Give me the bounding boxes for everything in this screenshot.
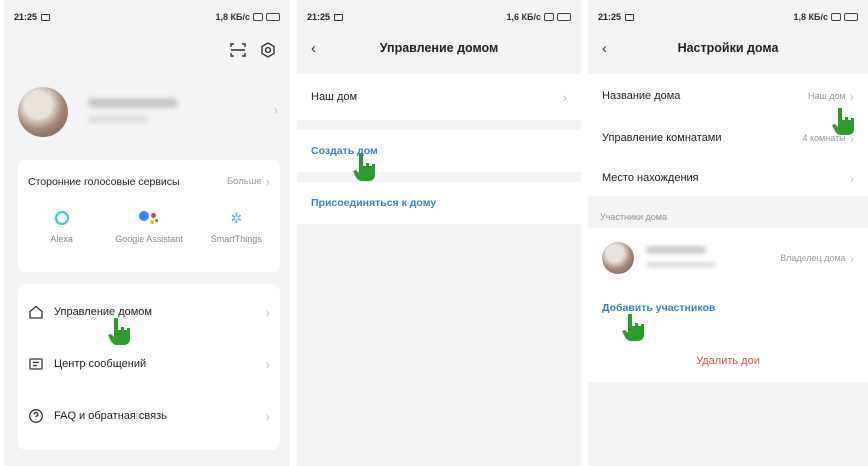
chevron-right-icon: › bbox=[265, 408, 270, 424]
delete-home-label: Удалить дои bbox=[696, 355, 760, 367]
join-home-label: Присоединяться к дому bbox=[311, 197, 437, 209]
setting-label: Место нахождения bbox=[602, 172, 699, 184]
profile-header[interactable]: › bbox=[18, 84, 278, 140]
member-avatar bbox=[602, 242, 634, 274]
pointer-hand-icon bbox=[832, 108, 854, 135]
nav-bar: ‹ Управление домом bbox=[297, 34, 581, 62]
page-title: Настройки дома bbox=[677, 41, 779, 55]
member-item[interactable]: Владелец дома › bbox=[588, 234, 868, 282]
create-home-button[interactable]: Создать дом bbox=[297, 130, 581, 172]
menu-item-message-center[interactable]: Центр сообщений › bbox=[28, 354, 270, 374]
panel-divider bbox=[291, 0, 294, 466]
screen-icon bbox=[625, 13, 635, 21]
chevron-right-icon: › bbox=[849, 250, 854, 266]
blurred-member-id bbox=[646, 262, 716, 268]
screen-icon bbox=[41, 13, 51, 21]
voice-services-card: Сторонние голосовые сервисы Больше › Alex… bbox=[18, 160, 280, 272]
voice-item-label: Alexa bbox=[50, 234, 73, 244]
voice-item-alexa[interactable]: Alexa bbox=[22, 208, 102, 245]
menu-item-label: FAQ и обратная связь bbox=[54, 410, 167, 422]
voice-item-label: SmartThings bbox=[210, 234, 262, 244]
chevron-right-icon: › bbox=[265, 304, 270, 320]
avatar[interactable] bbox=[18, 87, 68, 137]
back-arrow-icon[interactable]: ‹ bbox=[602, 40, 607, 57]
menu-item-label: Управление домом bbox=[54, 306, 152, 318]
battery-icon bbox=[266, 13, 280, 21]
signal-icon bbox=[253, 13, 263, 21]
menu-item-home-management[interactable]: Управление домом › bbox=[28, 302, 270, 322]
home-name: Наш дом bbox=[311, 91, 358, 103]
setting-room-management[interactable]: Управление комнатами 4 комнаты › bbox=[588, 118, 868, 158]
home-management-screen: 21:25 1,6 КБ/с ‹ Управление домом Наш до… bbox=[297, 0, 581, 466]
menu-card: Управление домом › Центр сообщений › FAQ… bbox=[18, 284, 280, 450]
status-time: 21:25 bbox=[598, 12, 622, 22]
profile-screen: 21:25 1,8 КБ/с › Сторонние голосовые сер… bbox=[4, 0, 290, 466]
battery-icon bbox=[557, 13, 571, 21]
status-time: 21:25 bbox=[14, 12, 38, 22]
setting-location[interactable]: Место нахождения › bbox=[588, 158, 868, 198]
panel-divider bbox=[583, 0, 586, 466]
setting-label: Управление комнатами bbox=[602, 132, 722, 144]
message-icon bbox=[29, 358, 43, 370]
voice-services-title: Сторонние голосовые сервисы bbox=[28, 175, 180, 188]
status-bar: 21:25 1,6 КБ/с bbox=[297, 0, 581, 34]
network-speed: 1,6 КБ/с bbox=[506, 12, 541, 22]
nav-bar: ‹ Настройки дома bbox=[588, 34, 868, 62]
voice-item-label: Google Assistant bbox=[115, 234, 183, 244]
back-arrow-icon[interactable]: ‹ bbox=[311, 40, 316, 57]
join-home-button[interactable]: Присоединяться к дому bbox=[297, 182, 581, 224]
chevron-right-icon: › bbox=[562, 89, 567, 105]
members-section-label: Участники дома bbox=[600, 212, 667, 222]
help-icon bbox=[29, 409, 43, 423]
setting-home-name[interactable]: Название дома Наш дом › bbox=[588, 76, 868, 116]
voice-item-smartthings[interactable]: ✲ SmartThings bbox=[196, 208, 276, 245]
pointer-hand-icon bbox=[622, 314, 644, 341]
blurred-user-name bbox=[88, 98, 178, 108]
pointer-hand-icon bbox=[353, 154, 375, 181]
voice-item-google-assistant[interactable]: Google Assistant bbox=[109, 208, 189, 245]
status-bar: 21:25 1,8 КБ/с bbox=[588, 0, 868, 34]
delete-home-button[interactable]: Удалить дои bbox=[588, 340, 868, 382]
scan-icon[interactable] bbox=[230, 42, 246, 58]
more-label: Больше bbox=[226, 176, 262, 187]
blurred-user-id bbox=[88, 116, 148, 123]
home-settings-screen: 21:25 1,8 КБ/с ‹ Настройки дома Название… bbox=[588, 0, 868, 466]
status-time: 21:25 bbox=[307, 12, 331, 22]
screen-icon bbox=[334, 13, 344, 21]
chevron-right-icon: › bbox=[849, 88, 854, 104]
blurred-member-name bbox=[646, 246, 706, 254]
setting-value: Наш дом bbox=[807, 91, 846, 101]
more-link[interactable]: Больше › bbox=[227, 174, 270, 189]
alexa-icon bbox=[54, 211, 69, 225]
menu-item-label: Центр сообщений bbox=[54, 358, 147, 370]
chevron-right-icon: › bbox=[265, 356, 270, 372]
network-speed: 1,8 КБ/с bbox=[215, 12, 250, 22]
setting-label: Название дома bbox=[602, 90, 681, 102]
google-assistant-icon bbox=[138, 211, 159, 225]
home-list-item[interactable]: Наш дом › bbox=[297, 74, 581, 120]
signal-icon bbox=[544, 13, 554, 21]
network-speed: 1,8 КБ/с bbox=[793, 12, 828, 22]
smartthings-icon: ✲ bbox=[230, 209, 243, 226]
battery-icon bbox=[844, 13, 858, 21]
status-bar: 21:25 1,8 КБ/с bbox=[4, 0, 290, 34]
signal-icon bbox=[831, 13, 841, 21]
member-role: Владелец дома bbox=[780, 253, 846, 263]
chevron-right-icon: › bbox=[849, 170, 854, 186]
home-icon bbox=[29, 305, 43, 319]
menu-item-faq[interactable]: FAQ и обратная связь › bbox=[28, 406, 270, 426]
pointer-hand-icon bbox=[108, 318, 130, 345]
chevron-right-icon: › bbox=[273, 102, 278, 117]
gear-icon[interactable] bbox=[260, 42, 276, 58]
chevron-right-icon: › bbox=[265, 174, 270, 189]
page-title: Управление домом bbox=[379, 41, 499, 55]
